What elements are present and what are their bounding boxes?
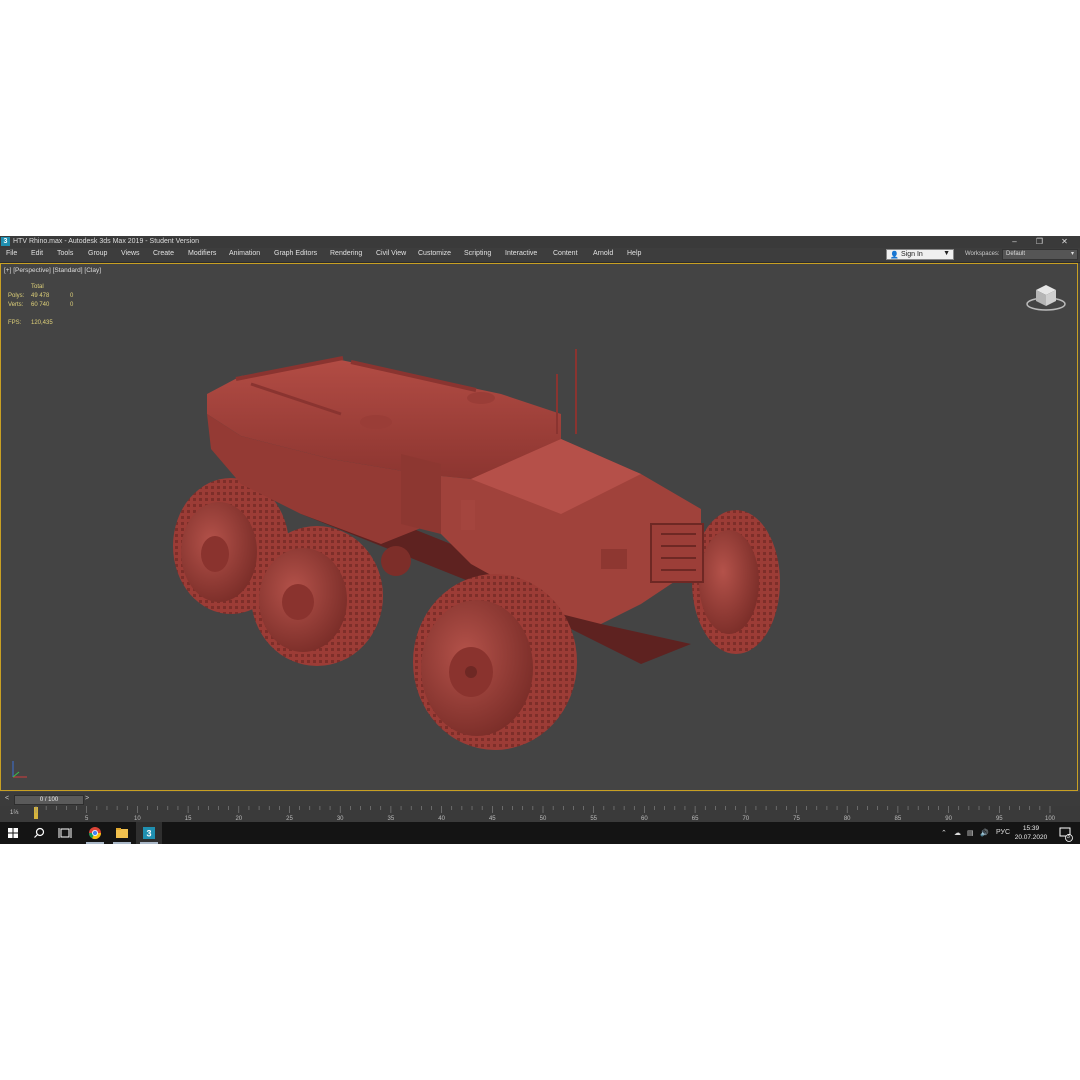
menu-civil-view[interactable]: Civil View: [376, 250, 406, 257]
workspaces-dropdown[interactable]: Default ▾: [1002, 249, 1078, 260]
svg-text:3: 3: [146, 829, 151, 839]
onedrive-icon[interactable]: ☁: [954, 829, 961, 837]
side-tank: [461, 500, 475, 530]
workspace-value: Default: [1006, 251, 1026, 257]
minimize-button[interactable]: –: [1002, 236, 1027, 248]
close-button[interactable]: ✕: [1052, 236, 1077, 248]
sign-in-button[interactable]: 👤 Sign In ▼: [886, 249, 954, 260]
menu-bar: File Edit Tools Group Views Create Modif…: [0, 248, 1080, 263]
wheel-left-middle: [251, 526, 383, 666]
3ds-max-app-icon[interactable]: 3: [1, 237, 10, 246]
hatch-front: [467, 392, 495, 404]
user-icon: 👤: [890, 252, 899, 259]
frame-ruler[interactable]: 5 10 15 20 25 30 35 40 45 50 55 60 65 70 75 80 85 90 95 100: [34, 806, 1056, 822]
axis-tripod-icon: [12, 761, 27, 778]
file-explorer-icon[interactable]: [109, 822, 135, 844]
chrome-icon[interactable]: [82, 822, 108, 844]
menu-edit[interactable]: Edit: [31, 250, 43, 257]
clock-time: 15:39: [1022, 825, 1040, 832]
time-slider[interactable]: 0 / 100: [14, 795, 84, 805]
vehicle-model[interactable]: [1, 264, 1077, 790]
chevron-down-icon: ▼: [943, 250, 950, 257]
front-grille: [650, 523, 704, 583]
next-frame-button[interactable]: >: [85, 795, 89, 802]
menu-modifiers[interactable]: Modifiers: [188, 250, 216, 257]
input-language[interactable]: РУС: [996, 829, 1010, 836]
track-bar[interactable]: 1⅔ 5 10 15 20 25 30 35 40 45 50 55 60 65 70 75 80 85 90 95…: [0, 806, 1080, 822]
menu-scripting[interactable]: Scripting: [464, 250, 491, 257]
headlight: [601, 549, 627, 569]
key-filter-indicator[interactable]: 1⅔: [10, 810, 18, 816]
3ds-max-taskbar-icon[interactable]: 3: [136, 822, 162, 844]
windows-taskbar: 3 ⌃ ☁ ▤ 🔊 РУС 15:39 20.07.2020 3: [0, 822, 1080, 844]
hatch-rear: [360, 415, 392, 429]
maximize-button[interactable]: ❐: [1027, 236, 1052, 248]
perspective-viewport[interactable]: [+] [Perspective] [Standard] [Clay] Tota…: [0, 263, 1078, 791]
menu-graph-editors[interactable]: Graph Editors: [274, 250, 317, 257]
chevron-down-icon: ▾: [1070, 251, 1074, 257]
windows-start-icon[interactable]: [0, 822, 26, 844]
show-hidden-icons-chevron-icon[interactable]: ⌃: [941, 829, 947, 837]
wheel-right-front: [692, 510, 780, 654]
network-icon[interactable]: ▤: [967, 829, 974, 837]
search-icon[interactable]: [26, 822, 52, 844]
clock-date: 20.07.2020: [1014, 834, 1048, 841]
workspaces-label: Workspaces:: [965, 251, 1000, 257]
menu-customize[interactable]: Customize: [418, 250, 451, 257]
sign-in-label: Sign In: [901, 251, 923, 258]
time-slider-bar: < 0 / 100 >: [0, 792, 1080, 806]
menu-animation[interactable]: Animation: [229, 250, 260, 257]
prev-frame-button[interactable]: <: [5, 795, 9, 802]
menu-content[interactable]: Content: [553, 250, 578, 257]
notifications-count: 3: [1067, 834, 1070, 840]
menu-create[interactable]: Create: [153, 250, 174, 257]
menu-group[interactable]: Group: [88, 250, 107, 257]
menu-tools[interactable]: Tools: [57, 250, 73, 257]
wheel-left-front: [413, 574, 577, 750]
window-title: HTV Rhino.max - Autodesk 3ds Max 2019 - …: [13, 238, 199, 245]
menu-rendering[interactable]: Rendering: [330, 250, 362, 257]
side-armor-plate: [401, 454, 441, 534]
time-slider-value: 0 / 100: [39, 797, 59, 803]
viewcube[interactable]: [1025, 282, 1067, 312]
clock[interactable]: 15:39 20.07.2020: [1013, 824, 1049, 842]
menu-views[interactable]: Views: [121, 250, 140, 257]
notifications-icon[interactable]: 3: [1052, 822, 1078, 844]
task-view-icon[interactable]: [52, 822, 78, 844]
menu-file[interactable]: File: [6, 250, 17, 257]
volume-icon[interactable]: 🔊: [980, 829, 989, 837]
title-bar: 3 HTV Rhino.max - Autodesk 3ds Max 2019 …: [0, 236, 1080, 248]
menu-help[interactable]: Help: [627, 250, 641, 257]
menu-interactive[interactable]: Interactive: [505, 250, 537, 257]
menu-arnold[interactable]: Arnold: [593, 250, 613, 257]
axle-hub: [381, 546, 411, 576]
app-window: 3 HTV Rhino.max - Autodesk 3ds Max 2019 …: [0, 236, 1080, 844]
